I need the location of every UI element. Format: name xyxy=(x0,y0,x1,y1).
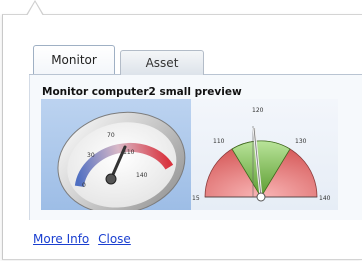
tab-strip: Monitor Asset xyxy=(29,45,362,75)
gauge-right-tick-4: 140 xyxy=(319,195,331,202)
popup-links: More Info Close xyxy=(33,232,136,248)
gauge-thumbnail-right[interactable]: 110 120 130 15 140 xyxy=(191,99,338,210)
tab-asset-label: Asset xyxy=(145,56,179,70)
gauge-left-tick-2: 70 xyxy=(107,132,115,139)
tab-asset[interactable]: Asset xyxy=(120,50,204,75)
preview-title: Monitor computer2 small preview xyxy=(42,86,242,98)
more-info-link[interactable]: More Info xyxy=(33,232,89,246)
gauge-left-tick-4: 140 xyxy=(136,172,148,179)
tab-monitor-label: Monitor xyxy=(51,53,97,67)
gauge-right-tick-0: 15 xyxy=(192,195,200,202)
close-link[interactable]: Close xyxy=(98,232,131,246)
gauge-thumbnail-left[interactable]: 0 30 70 110 140 xyxy=(41,99,191,210)
gauge-right-tick-3: 130 xyxy=(295,138,307,145)
gauge-right-hub xyxy=(256,192,266,202)
gauge-right-tick-2: 120 xyxy=(252,107,264,114)
gauge-left-tick-1: 30 xyxy=(87,152,95,159)
tab-monitor[interactable]: Monitor xyxy=(33,45,115,74)
gauge-left-tick-0: 0 xyxy=(82,182,86,189)
popup-pointer-fill xyxy=(27,2,43,16)
gauge-left-hub xyxy=(105,173,117,185)
gauge-right-tick-1: 110 xyxy=(213,138,225,145)
